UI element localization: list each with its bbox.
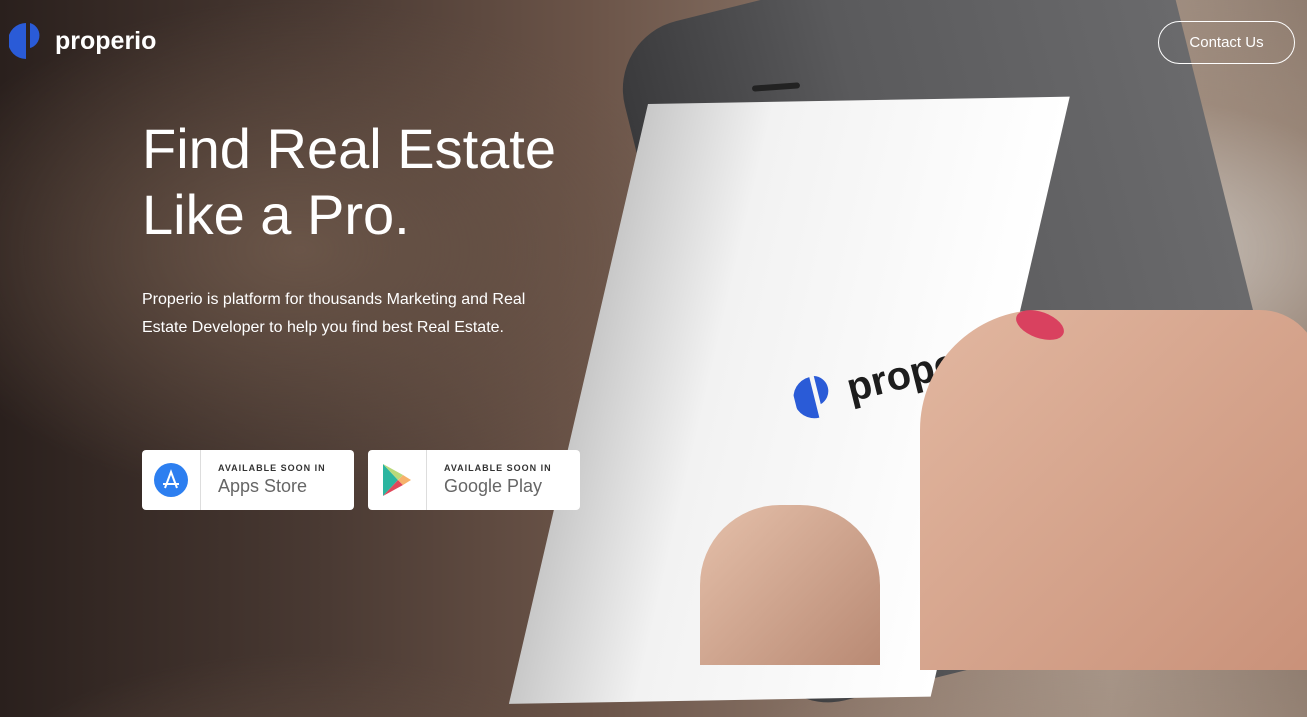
hero-description: Properio is platform for thousands Marke…: [142, 291, 526, 336]
brand-logo[interactable]: properio: [9, 21, 156, 61]
google-play-icon: [383, 464, 411, 496]
contact-us-button[interactable]: Contact Us: [1158, 21, 1295, 64]
store-name: Apps Store: [218, 476, 308, 496]
app-store-icon: [154, 463, 188, 497]
brand-name: properio: [55, 26, 157, 55]
logo-mark-icon: [9, 23, 40, 59]
store-name: Google Play: [444, 476, 543, 496]
app-store-button[interactable]: AVAILABLE SOON IN Apps Store: [142, 450, 354, 510]
hand-image: [920, 310, 1307, 670]
google-play-button[interactable]: AVAILABLE SOON IN Google Play: [368, 450, 580, 510]
hero-title: Find Real Estate Like a Pro.: [142, 116, 622, 248]
hero-title-line1: Find Real Estate: [142, 117, 556, 180]
hero-title-line2: Like a Pro.: [142, 183, 410, 246]
store-availability-label: AVAILABLE SOON IN: [218, 463, 326, 473]
thumb-image: [700, 505, 880, 665]
store-availability-label: AVAILABLE SOON IN: [444, 463, 552, 473]
